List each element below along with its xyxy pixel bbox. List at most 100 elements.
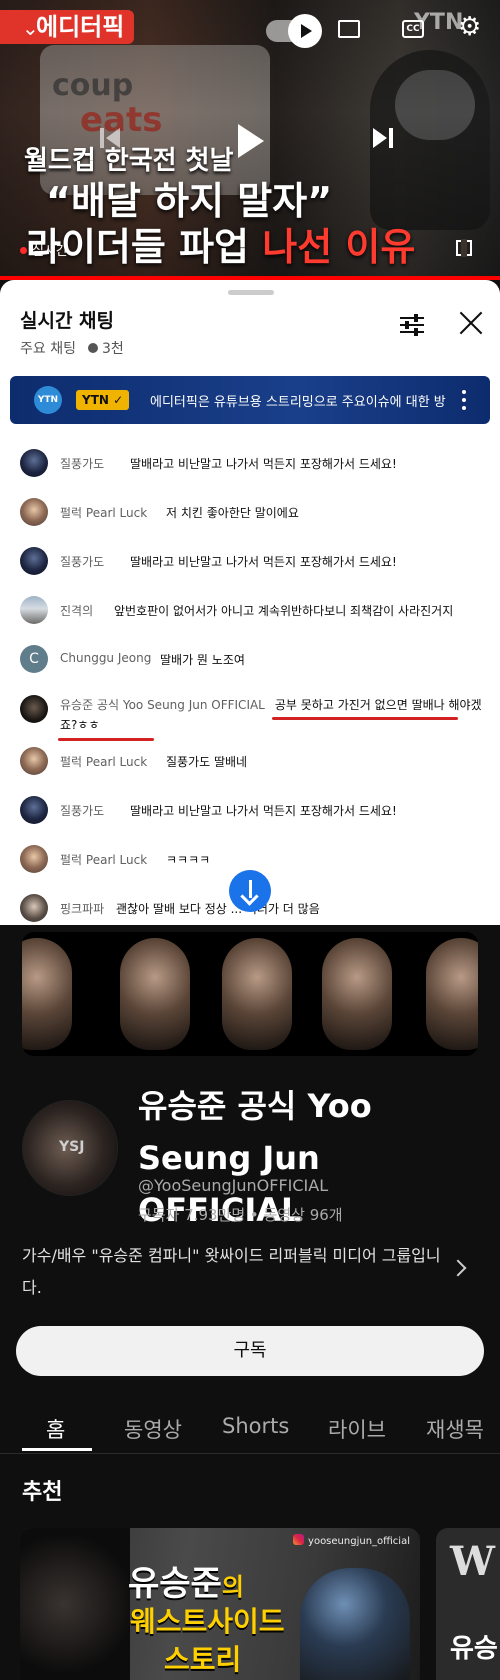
tab-videos[interactable]: 동영상 — [124, 1414, 182, 1444]
video-player[interactable]: coup eats 에디터픽 ⌄ YTN CC ⚙ 월드컵 한국전 첫날 “배달… — [0, 0, 500, 280]
avatar — [20, 747, 48, 775]
chat-message[interactable]: C Chunggu Jeong 딸배가 뭔 노조여 — [20, 642, 490, 676]
chevron-right-icon[interactable] — [449, 1259, 467, 1277]
drag-handle[interactable] — [228, 290, 274, 295]
chat-author: 펄럭 Pearl Luck — [60, 755, 148, 769]
chat-author: 진격의 — [60, 604, 94, 618]
editor-pick-badge: 에디터픽 — [0, 10, 135, 44]
chevron-down-icon[interactable]: ⌄ — [22, 16, 39, 40]
avatar — [20, 894, 48, 922]
chat-mode[interactable]: 주요 채팅 — [20, 341, 76, 357]
instagram-tag: yooseungjun_official — [293, 1534, 410, 1547]
channel-tabs: 홈 동영상 Shorts 라이브 재생목 — [0, 1400, 500, 1454]
section-title: 추천 — [22, 1480, 63, 1505]
video-thumbnail-2[interactable]: W 유승 — [436, 1528, 500, 1680]
chat-author: 질풍가도 — [60, 555, 105, 569]
gear-icon[interactable]: ⚙ — [458, 14, 481, 40]
avatar — [20, 449, 48, 477]
more-icon[interactable] — [462, 390, 466, 410]
subscribe-button[interactable]: 구독 — [16, 1326, 484, 1376]
chat-author: 핑크파파 — [60, 902, 105, 916]
avatar — [20, 596, 48, 624]
thumbnail-title-suffix: 의 — [221, 1573, 244, 1601]
chat-text: 저 치킨 좋아한단 말이에요 — [166, 506, 299, 520]
thumbnail2-text: 유승 — [450, 1634, 498, 1664]
tab-shorts[interactable]: Shorts — [222, 1414, 289, 1438]
close-icon[interactable] — [458, 310, 484, 336]
chat-title: 실시간 채팅 — [20, 310, 115, 332]
verified-chip: YTN ✓ — [76, 390, 130, 410]
banner-face — [426, 938, 478, 1050]
channel-description[interactable]: 가수/배우 "유승준 컴파니" 왓싸이드 리퍼블릭 미디어 그룹입니다. — [22, 1240, 442, 1304]
red-underline-mark — [272, 717, 458, 720]
active-tab-indicator — [22, 1448, 92, 1451]
chat-author: 질풍가도 — [60, 804, 105, 818]
chat-text: 딸배라고 비난말고 나가서 먹든지 포장해가서 드세요! — [130, 457, 397, 471]
chat-author: Chunggu Jeong — [60, 651, 152, 665]
chat-author: 질풍가도 — [60, 457, 105, 471]
banner-face — [120, 938, 190, 1050]
chat-message[interactable]: 질풍가도 딸배라고 비난말고 나가서 먹든지 포장해가서 드세요! — [20, 446, 490, 480]
cast-icon[interactable] — [338, 20, 360, 38]
thumbnail-left-portrait — [20, 1528, 130, 1680]
video-thumbnail[interactable]: yooseungjun_official 유승준의 웨스트사이드 스토리 — [20, 1528, 420, 1680]
ytn-logo: YTN — [34, 386, 62, 414]
avatar — [20, 845, 48, 873]
banner-face — [222, 938, 292, 1050]
autoplay-toggle-knob[interactable] — [288, 14, 322, 48]
chat-text: 앞번호판이 없어서가 아니고 계속위반하다보니 죄책감이 사라진거지 — [114, 604, 454, 618]
scroll-to-bottom-button[interactable] — [229, 870, 271, 912]
chat-message-body: 유승준 공식 Yoo Seung Jun OFFICIAL 공부 못하고 가진거 … — [60, 695, 490, 735]
chat-message[interactable]: 질풍가도 딸배라고 비난말고 나가서 먹든지 포장해가서 드세요! — [20, 544, 490, 578]
captions-icon[interactable]: CC — [402, 20, 424, 38]
chat-text: ㅋㅋㅋㅋ — [166, 853, 211, 867]
chat-text: 괜찮아 딸배 보다 정상 ... 이더가 더 많음 — [116, 902, 320, 916]
caption-line-3-b: 나선 이유 — [262, 225, 416, 269]
chat-text: 딸배라고 비난말고 나가서 먹든지 포장해가서 드세요! — [130, 555, 397, 569]
person-icon — [87, 343, 98, 353]
live-label: 실시간 — [32, 244, 68, 259]
thumbnail-title-2: 웨스트사이드 — [130, 1605, 285, 1638]
channel-stats: 구독자 7.93만명 • 동영상 96개 — [138, 1206, 343, 1224]
channel-banner — [22, 932, 478, 1056]
chat-message[interactable]: 진격의 앞번호판이 없어서가 아니고 계속위반하다보니 죄책감이 사라진거지 — [20, 593, 490, 627]
chat-message[interactable]: 펄럭 Pearl Luck 저 치킨 좋아한단 말이에요 — [20, 495, 490, 529]
sliders-icon[interactable] — [400, 314, 424, 336]
chat-message[interactable]: 유승준 공식 Yoo Seung Jun OFFICIAL 공부 못하고 가진거 … — [20, 692, 490, 738]
chat-text: 질풍가도 딸배네 — [166, 755, 248, 769]
channel-handle: @YooSeungJunOFFICIAL — [138, 1176, 329, 1195]
live-chat-panel: 실시간 채팅 주요 채팅 3천 YTN YTN ✓ 에디터픽은 유튜브용 스트리밍… — [0, 280, 500, 925]
tab-home[interactable]: 홈 — [46, 1414, 65, 1444]
red-underline-mark — [58, 738, 154, 741]
pinned-text: 에디터픽은 유튜브용 스트리밍으로 주요이슈에 대한 방 — [150, 395, 446, 410]
tab-playlists[interactable]: 재생목 — [426, 1414, 484, 1444]
avatar — [20, 547, 48, 575]
instagram-handle: yooseungjun_official — [308, 1536, 410, 1547]
thumbnail2-letter: W — [450, 1538, 495, 1585]
channel-avatar-logo: YSJ — [59, 1139, 85, 1155]
thumbnail-title-name: 유승준 — [128, 1564, 222, 1604]
thumbnail-title-1: 유승준의 — [128, 1556, 244, 1605]
chat-subheader: 주요 채팅 3천 — [20, 338, 124, 358]
chat-text: 딸배가 뭔 노조여 — [160, 653, 245, 667]
thumbnail-person — [300, 1568, 410, 1680]
caption-line-3: 라이더들 파업 나선 이유 — [26, 216, 415, 271]
banner-face — [322, 938, 392, 1050]
thumbnail-title-3: 스토리 — [164, 1643, 242, 1676]
chat-text: 딸배라고 비난말고 나가서 먹든지 포장해가서 드세요! — [130, 804, 397, 818]
viewer-count: 3천 — [101, 341, 124, 357]
play-button[interactable] — [228, 120, 272, 164]
chat-author: 유승준 공식 Yoo Seung Jun OFFICIAL — [60, 698, 265, 712]
next-button[interactable] — [373, 126, 397, 150]
instagram-icon — [293, 1534, 305, 1545]
tab-live[interactable]: 라이브 — [328, 1414, 386, 1444]
avatar — [20, 796, 48, 824]
avatar — [20, 695, 48, 723]
chat-author: 펄럭 Pearl Luck — [60, 506, 148, 520]
avatar — [20, 498, 48, 526]
chat-message[interactable]: 질풍가도 딸배라고 비난말고 나가서 먹든지 포장해가서 드세요! — [20, 793, 490, 827]
channel-avatar[interactable]: YSJ — [22, 1100, 118, 1196]
chat-author: 펄럭 Pearl Luck — [60, 853, 148, 867]
chat-message[interactable]: 펄럭 Pearl Luck 질풍가도 딸배네 — [20, 744, 490, 778]
fullscreen-icon[interactable] — [456, 239, 472, 257]
